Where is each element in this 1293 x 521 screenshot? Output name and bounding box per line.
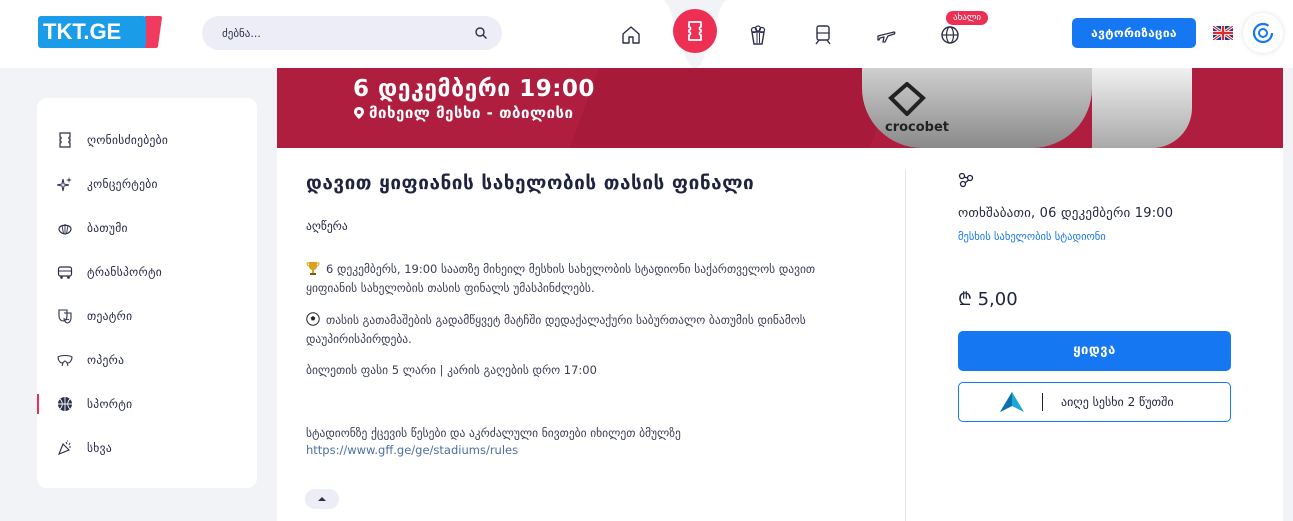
trophy-icon [306,262,320,275]
confetti-icon [58,440,71,455]
sidebar-item-label: სპორტი [87,397,133,411]
paragraph-text: თასის გათამაშების გადამწყვეტ მატჩში დედა… [306,313,806,346]
home-icon [622,26,640,44]
sidebar-item-events[interactable]: ღონისძიებები [37,123,257,157]
login-button[interactable]: ავტორიზაცია [1072,18,1196,48]
stadium-rules-link[interactable]: https://www.gff.ge/ge/stadiums/rules [306,443,518,457]
sidebar-item-label: ტრანსპორტი [87,265,163,279]
sidebar-item-label: კონცერტები [87,177,158,191]
banner-stripe [540,68,914,148]
promo-text: აიღე სესხი 2 წუთში [1061,395,1174,409]
popcorn-icon [750,25,766,45]
event-title: დავით ყიფიანის სახელობის თასის ფინალი [306,172,755,194]
sparkle-icon [57,177,72,192]
new-badge: ახალი [946,11,989,25]
soccer-ball-icon [306,312,320,326]
player-image-2 [1092,68,1192,148]
event-date: ოთხშაბათი, 06 დეკემბერი 19:00 [958,206,1174,221]
user-account-icon [1252,22,1274,44]
collapse-button[interactable] [305,489,339,509]
promo-separator [1042,393,1043,411]
description-label: აღწერა [306,219,348,233]
airplane-icon [877,31,896,43]
search-icon[interactable] [474,26,488,40]
sidebar-item-label: თეატრი [87,309,133,323]
bus-icon [57,266,73,279]
sidebar-item-label: სხვა [87,441,112,455]
share-icon[interactable] [958,172,974,188]
sidebar-item-concerts[interactable]: კონცერტები [37,167,257,201]
sidebar-item-other[interactable]: სხვა [37,431,257,465]
stadium-rules-text: სტადიონზე ქცევის წესები და აკრძალული ნივ… [306,426,681,440]
sidebar-item-label: ბათუმი [87,221,128,235]
nav-events-active[interactable] [673,9,717,53]
account-button[interactable] [1243,13,1283,53]
description-paragraph: თასის გათამაშების გადამწყვეტ მატჩში დედა… [306,311,866,349]
sponsor-text: crocobet [885,120,950,135]
search-input[interactable] [222,24,452,42]
event-details-panel: დავით ყიფიანის სახელობის თასის ფინალი აღ… [277,148,1283,521]
nav-flights[interactable] [868,16,904,54]
search-bar[interactable] [202,16,502,50]
ticket-info-text: ბილეთის ფასი 5 ლარი | კარის გაღების დრო … [306,363,597,377]
nav-cinema[interactable] [740,16,776,54]
sidebar-item-batumi[interactable]: ბათუმი [37,211,257,245]
sidebar-item-transport[interactable]: ტრანსპორტი [37,255,257,289]
opera-mask-icon [57,354,73,367]
ticket-price: ₾ 5,00 [958,289,1018,310]
train-icon [815,25,831,45]
banner-date: 6 დეკემბერი 19:00 [353,76,595,102]
tkt-logo[interactable]: TKT.GE [38,16,163,48]
globe-icon [941,26,959,44]
location-pin-icon [354,107,364,119]
sidebar-item-label: ოპერა [87,353,125,367]
venue-link[interactable]: მესხის სახელობის სტადიონი [958,231,1106,243]
sponsor-logo-icon [888,82,926,116]
ticket-icon [59,132,71,148]
loan-promo-button[interactable]: აიღე სესხი 2 წუთში [958,382,1231,422]
lender-logo-icon [1000,392,1024,412]
buy-button[interactable]: ყიდვა [958,331,1231,371]
nav-train[interactable] [805,16,841,54]
sidebar-item-label: ღონისძიებები [87,133,169,147]
event-banner: 6 დეკემბერი 19:00 მიხეილ მესხი - თბილისი… [277,68,1283,148]
column-divider [905,170,906,521]
sidebar-item-sports[interactable]: სპორტი [37,387,257,421]
banner-location: მიხეილ მესხი - თბილისი [369,104,574,122]
paragraph-text: 6 დეკემბერს, 19:00 საათზე მიხეილ მესხის … [306,262,816,295]
logo-text: TKT.GE [38,16,146,48]
top-header: TKT.GE ახალი ავტორიზაცია [0,0,1293,68]
tickets-icon [688,21,702,41]
category-sidebar: ღონისძიებები კონცერტები ბათუმი ტრანსპორტ… [37,98,257,488]
theater-mask-icon [58,309,72,324]
shell-icon [58,224,72,235]
description-paragraph: 6 დეკემბერს, 19:00 საათზე მიხეილ მესხის … [306,260,866,298]
chevron-up-icon [318,497,326,501]
sidebar-item-theater[interactable]: თეატრი [37,299,257,333]
basketball-icon [58,397,72,411]
sidebar-item-opera[interactable]: ოპერა [37,343,257,377]
nav-home[interactable] [613,16,649,54]
active-indicator [37,394,39,414]
english-flag-icon[interactable] [1213,26,1233,40]
